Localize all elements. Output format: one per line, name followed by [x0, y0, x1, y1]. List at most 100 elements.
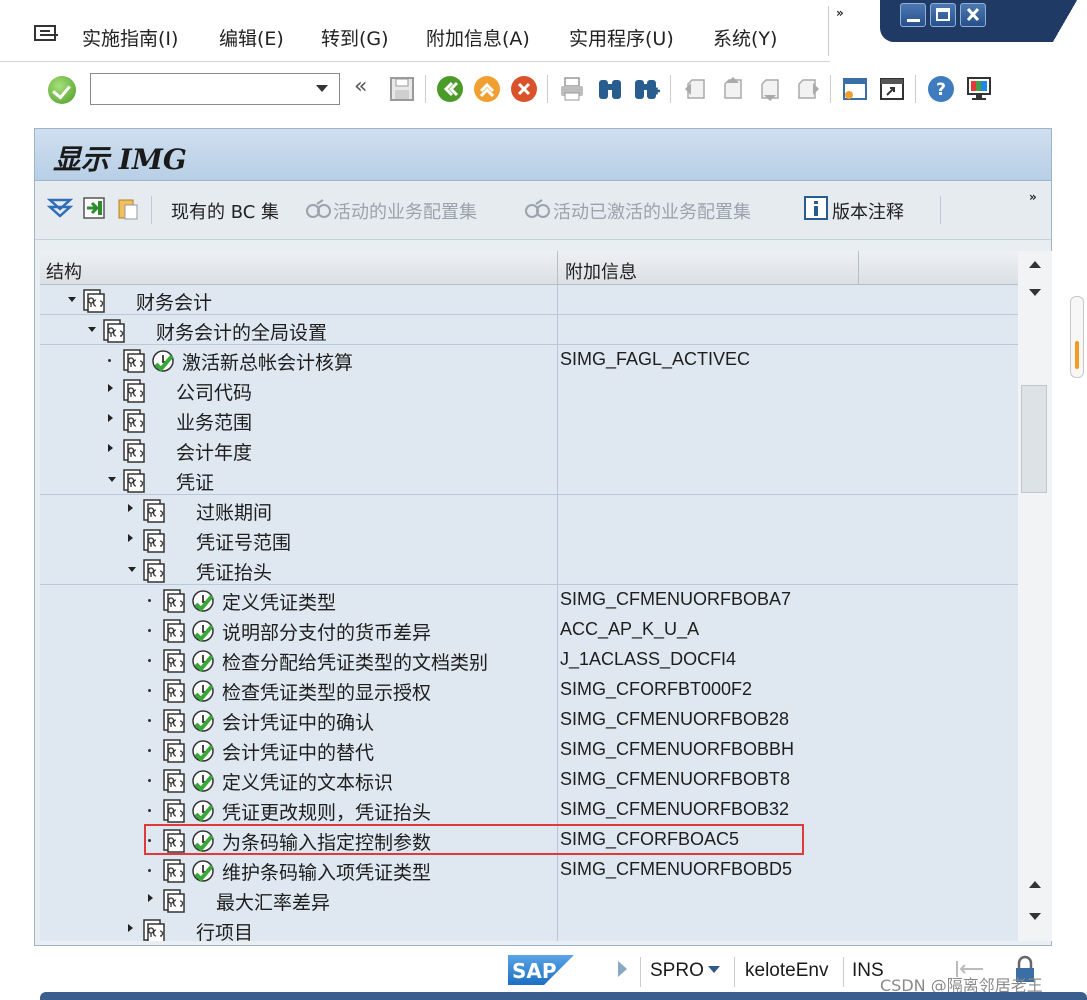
customize-layout-icon[interactable] — [965, 75, 993, 103]
img-document-icon[interactable] — [162, 768, 186, 794]
window-scrollbar[interactable] — [1070, 296, 1084, 378]
print-icon[interactable] — [558, 75, 586, 103]
tree-node-label[interactable]: 定义凭证类型 — [222, 588, 336, 615]
img-document-icon[interactable] — [162, 888, 186, 914]
collapse-node-icon[interactable] — [128, 567, 136, 572]
next-page-icon[interactable] — [756, 75, 784, 103]
img-document-icon[interactable] — [162, 618, 186, 644]
find-next-icon[interactable] — [633, 75, 661, 103]
tree-row[interactable]: 检查分配给凭证类型的文档类别 J_1ACLASS_DOCFI4 — [40, 645, 1018, 675]
menu-utilities[interactable]: 实用程序(U) — [569, 24, 674, 51]
tree-node-label[interactable]: 凭证 — [176, 468, 214, 495]
img-document-icon[interactable] — [162, 648, 186, 674]
tree-node-label[interactable]: 激活新总帐会计核算 — [182, 348, 353, 375]
img-document-icon[interactable] — [122, 348, 146, 374]
command-field[interactable] — [90, 73, 340, 105]
tree-scrollbar[interactable] — [1018, 251, 1052, 941]
img-document-icon[interactable] — [122, 378, 146, 404]
close-icon[interactable] — [960, 3, 986, 27]
execute-activity-icon[interactable] — [190, 648, 216, 674]
paste-icon[interactable] — [115, 195, 141, 221]
tree-row[interactable]: 凭证号范围 — [40, 525, 1018, 555]
img-document-icon[interactable] — [162, 678, 186, 704]
execute-activity-icon[interactable] — [190, 768, 216, 794]
tree-row[interactable]: 业务范围 — [40, 405, 1018, 435]
activated-bc-sets-button[interactable]: 活动已激活的业务配置集 — [553, 198, 751, 224]
tree-node-label[interactable]: 说明部分支付的货币差异 — [222, 618, 431, 645]
img-document-icon[interactable] — [142, 918, 166, 941]
expand-node-icon[interactable] — [108, 384, 113, 392]
back-icon[interactable] — [436, 75, 464, 103]
tree-node-label[interactable]: 凭证号范围 — [196, 528, 291, 555]
tree-row[interactable]: 定义凭证的文本标识 SIMG_CFMENUORFBOBT8 — [40, 765, 1018, 795]
tree-node-label[interactable]: 会计年度 — [176, 438, 252, 465]
tree-row[interactable]: 过账期间 — [40, 495, 1018, 525]
collapse-node-icon[interactable] — [108, 477, 116, 482]
tree-node-label[interactable]: 维护条码输入项凭证类型 — [222, 858, 431, 885]
tree-row[interactable]: 会计年度 — [40, 435, 1018, 465]
expand-node-icon[interactable] — [128, 504, 133, 512]
tree-node-label[interactable]: 会计凭证中的替代 — [222, 738, 374, 765]
maximize-icon[interactable] — [930, 3, 956, 27]
cancel-icon[interactable] — [510, 75, 538, 103]
menu-implementation-guide[interactable]: 实施指南(I) — [82, 24, 178, 51]
execute-activity-icon[interactable] — [190, 858, 216, 884]
tree-row[interactable]: 检查凭证类型的显示授权 SIMG_CFORFBT000F2 — [40, 675, 1018, 705]
menu-system[interactable]: 系统(Y) — [713, 24, 777, 51]
tree-node-label[interactable]: 凭证抬头 — [196, 558, 272, 585]
scroll-down-icon[interactable] — [1029, 289, 1041, 296]
collapse-node-icon[interactable] — [88, 327, 96, 332]
tree-node-label[interactable]: 最大汇率差异 — [216, 888, 330, 915]
tree-row[interactable]: 定义凭证类型 SIMG_CFMENUORFBOBA7 — [40, 585, 1018, 615]
execute-activity-icon[interactable] — [190, 798, 216, 824]
img-document-icon[interactable] — [122, 408, 146, 434]
tree-node-label[interactable]: 检查分配给凭证类型的文档类别 — [222, 648, 488, 675]
tree-node-label[interactable]: 检查凭证类型的显示授权 — [222, 678, 431, 705]
img-document-icon[interactable] — [162, 708, 186, 734]
scroll-thumb[interactable] — [1021, 385, 1047, 493]
expand-node-icon[interactable] — [128, 534, 133, 542]
scroll-up-icon[interactable] — [1029, 261, 1041, 268]
previous-page-icon[interactable] — [719, 75, 747, 103]
active-bc-sets-button[interactable]: 活动的业务配置集 — [333, 198, 477, 224]
expand-subtree-icon[interactable] — [47, 195, 73, 221]
tree-row[interactable]: 最大汇率差异 — [40, 885, 1018, 915]
tree-row[interactable]: 会计凭证中的替代 SIMG_CFMENUORFBOBBH — [40, 735, 1018, 765]
scroll-down-icon[interactable] — [1029, 913, 1041, 920]
collapse-node-icon[interactable] — [68, 297, 76, 302]
img-document-icon[interactable] — [162, 858, 186, 884]
img-document-icon[interactable] — [142, 498, 166, 524]
menu-icon[interactable] — [34, 24, 60, 44]
expand-node-icon[interactable] — [128, 924, 133, 932]
img-document-icon[interactable] — [122, 468, 146, 494]
tree-node-label[interactable]: 公司代码 — [176, 378, 252, 405]
execute-activity-icon[interactable] — [190, 708, 216, 734]
existing-bc-sets-button[interactable]: 现有的 BC 集 — [171, 198, 279, 224]
first-page-icon[interactable] — [682, 75, 710, 103]
tree-row[interactable]: 激活新总帐会计核算 SIMG_FAGL_ACTIVEC — [40, 345, 1018, 375]
help-icon[interactable]: ? — [927, 75, 955, 103]
tree-row[interactable]: 财务会计的全局设置 — [40, 315, 1018, 345]
column-header-structure[interactable]: 结构 — [46, 258, 82, 284]
execute-activity-icon[interactable] — [150, 348, 176, 374]
command-dropdown-icon[interactable] — [316, 85, 328, 92]
tree-node-label[interactable]: 会计凭证中的确认 — [222, 708, 374, 735]
img-document-icon[interactable] — [122, 438, 146, 464]
execute-activity-icon[interactable] — [190, 618, 216, 644]
tree-node-label[interactable]: 财务会计的全局设置 — [156, 318, 327, 345]
scroll-up-icon[interactable] — [1029, 881, 1041, 888]
exit-icon[interactable] — [473, 75, 501, 103]
tree-node-label[interactable]: 行项目 — [196, 918, 253, 941]
collapse-command-icon[interactable]: « — [354, 74, 367, 99]
shortcut-icon[interactable] — [878, 75, 906, 103]
tree-row[interactable]: 行项目 — [40, 915, 1018, 941]
enter-icon[interactable] — [48, 76, 76, 104]
img-document-icon[interactable] — [162, 798, 186, 824]
img-document-icon[interactable] — [162, 738, 186, 764]
img-document-icon[interactable] — [142, 558, 166, 584]
execute-activity-icon[interactable] — [190, 738, 216, 764]
expand-node-icon[interactable] — [108, 414, 113, 422]
release-notes-button[interactable]: 版本注释 — [832, 198, 904, 224]
tree-node-label[interactable]: 凭证更改规则，凭证抬头 — [222, 798, 431, 825]
column-header-info[interactable]: 附加信息 — [565, 258, 637, 284]
